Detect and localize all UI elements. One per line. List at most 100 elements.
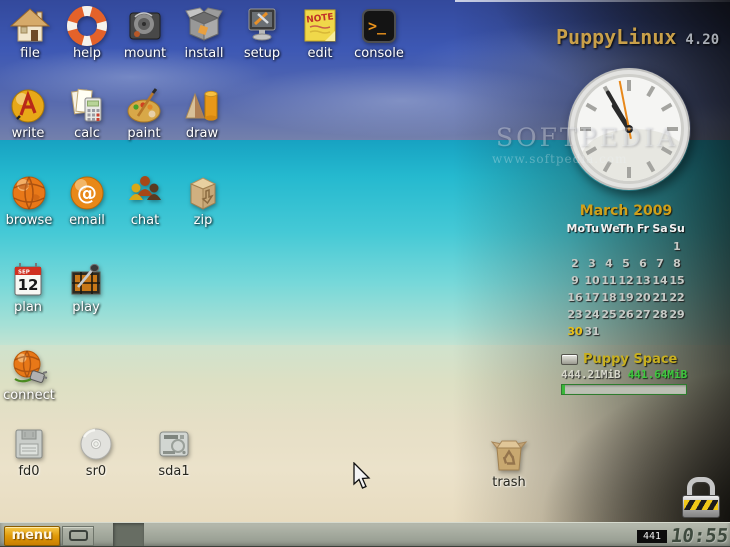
menu-button[interactable]: menu <box>4 526 60 546</box>
workspace-pager[interactable] <box>113 523 144 547</box>
desktop-icon-console[interactable]: >_console <box>347 6 411 61</box>
trash-icon <box>489 435 529 475</box>
taskbar: menu 441 10:55 <box>0 522 730 547</box>
brand-title: PuppyLinux4.20 <box>556 25 719 49</box>
desktop-icon-paint[interactable]: paint <box>112 86 176 141</box>
desktop-icon-chat[interactable]: chat <box>113 173 177 228</box>
show-desktop-button[interactable] <box>62 526 94 546</box>
calendar-day: 1 <box>669 238 686 255</box>
desktop-icon-sr0[interactable]: sr0 <box>64 424 128 479</box>
desktop-icon-plan[interactable]: SEP12plan <box>0 260 60 315</box>
desktop-icon-setup[interactable]: setup <box>230 6 294 61</box>
calendar-day: 24 <box>584 306 601 323</box>
calendar-day: 29 <box>669 306 686 323</box>
sda1-icon <box>154 424 194 464</box>
space-used-value: 444.21MiB <box>561 368 621 381</box>
calendar-day-name: Th <box>618 222 635 238</box>
calendar-day: 8 <box>669 255 686 272</box>
icon-label: mount <box>113 47 177 61</box>
calendar-day: 12 <box>618 272 635 289</box>
desktop-icon-email[interactable]: @email <box>55 173 119 228</box>
paint-icon <box>124 86 164 126</box>
desktop-icon-sda1[interactable]: sda1 <box>142 424 206 479</box>
icon-label: sr0 <box>64 465 128 479</box>
icon-label: trash <box>477 476 541 490</box>
desktop-icon-mount[interactable]: mount <box>113 6 177 61</box>
plan-day-text: 12 <box>18 276 39 294</box>
calendar-day <box>669 323 686 340</box>
calendar-day: 17 <box>584 289 601 306</box>
desktop-icon-draw[interactable]: draw <box>170 86 234 141</box>
space-usage-fill <box>562 385 565 394</box>
desktop-icon-calc[interactable]: calc <box>55 86 119 141</box>
calendar-day <box>635 323 652 340</box>
calendar-day <box>618 238 635 255</box>
calendar-day: 5 <box>618 255 635 272</box>
icon-label: email <box>55 214 119 228</box>
calendar-day: 22 <box>669 289 686 306</box>
plan-month-text: SEP <box>18 270 30 276</box>
desktop-icon-play[interactable]: play <box>54 260 118 315</box>
prompt-text: >_ <box>368 17 387 35</box>
space-usage-bar <box>561 384 687 395</box>
taskbar-clock: 10:55 <box>670 525 729 546</box>
connect-icon <box>9 348 49 388</box>
sr0-icon <box>76 424 116 464</box>
icon-label: zip <box>171 214 235 228</box>
icon-label: fd0 <box>0 465 61 479</box>
desktop-icon-fd0[interactable]: fd0 <box>0 424 61 479</box>
icon-label: help <box>55 47 119 61</box>
desktop-icon-connect[interactable]: connect <box>0 348 61 403</box>
desktop-icon-write[interactable]: write <box>0 86 60 141</box>
calendar-day: 16 <box>567 289 584 306</box>
lock-icon[interactable] <box>682 477 720 517</box>
brand-version: 4.20 <box>685 32 719 48</box>
browse-icon <box>9 173 49 213</box>
icon-label: sda1 <box>142 465 206 479</box>
plan-icon: SEP12 <box>8 260 48 300</box>
puppy-space-title: Puppy Space <box>583 352 677 367</box>
icon-label: connect <box>0 389 61 403</box>
calendar-day: 20 <box>635 289 652 306</box>
calendar-day-name: Sa <box>652 222 669 238</box>
calendar-day <box>652 323 669 340</box>
icon-label: browse <box>0 214 61 228</box>
desktop-icon-zip[interactable]: zip <box>171 173 235 228</box>
window-icon <box>69 530 88 541</box>
desktop-icon-browse[interactable]: browse <box>0 173 61 228</box>
calendar-day: 14 <box>652 272 669 289</box>
calendar-day <box>652 238 669 255</box>
desktop-icon-file[interactable]: file <box>0 6 62 61</box>
fd0-icon <box>9 424 49 464</box>
lock-shackle <box>687 477 715 497</box>
desktop-icon-install[interactable]: install <box>172 6 236 61</box>
calendar-title: March 2009 <box>560 203 692 219</box>
calendar-day: 23 <box>567 306 584 323</box>
icon-label: calc <box>55 127 119 141</box>
chat-icon <box>125 173 165 213</box>
icon-label: install <box>172 47 236 61</box>
desktop-icon-help[interactable]: help <box>55 6 119 61</box>
calendar-day: 13 <box>635 272 652 289</box>
calendar-day: 31 <box>584 323 601 340</box>
calendar-day: 15 <box>669 272 686 289</box>
calendar-day-names: MoTuWeThFrSaSu <box>560 222 692 238</box>
calendar-day <box>584 238 601 255</box>
calendar-grid: 1234567891011121314151617181920212223242… <box>560 238 692 340</box>
calendar-day-name: Mo <box>567 222 584 238</box>
calendar-day: 19 <box>618 289 635 306</box>
calendar-widget: March 2009 MoTuWeThFrSaSu 12345678910111… <box>560 203 692 340</box>
file-icon <box>10 6 50 46</box>
calendar-day: 2 <box>567 255 584 272</box>
desktop-icon-trash[interactable]: trash <box>477 435 541 490</box>
icon-label: paint <box>112 127 176 141</box>
play-icon <box>66 260 106 300</box>
analog-clock-widget <box>567 67 691 191</box>
desktop-icon-edit[interactable]: NOTEedit <box>288 6 352 61</box>
icon-label: draw <box>170 127 234 141</box>
calendar-day: 6 <box>635 255 652 272</box>
analog-clock-face <box>567 67 691 191</box>
install-icon <box>184 6 224 46</box>
zip-icon <box>183 173 223 213</box>
icon-label: write <box>0 127 60 141</box>
